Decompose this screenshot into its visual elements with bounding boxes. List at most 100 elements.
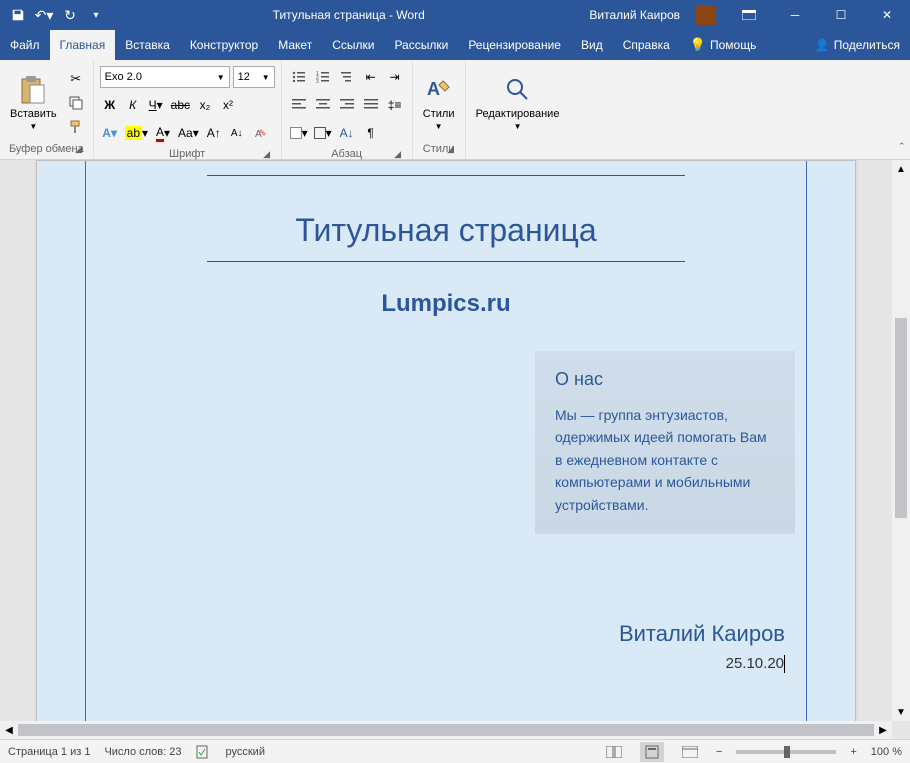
about-heading[interactable]: О нас — [555, 369, 775, 390]
about-box[interactable]: О нас Мы — группа энтузиастов, одержимых… — [535, 351, 795, 534]
tab-home[interactable]: Главная — [50, 30, 116, 60]
subscript-button[interactable]: x₂ — [195, 94, 215, 116]
numbering-button[interactable]: 123 — [312, 66, 334, 88]
redo-icon[interactable]: ↻ — [60, 5, 80, 25]
grow-font-button[interactable]: A↑ — [204, 122, 224, 144]
user-avatar[interactable] — [696, 5, 716, 25]
page-indicator[interactable]: Страница 1 из 1 — [8, 746, 90, 758]
increase-indent-button[interactable]: ⇥ — [384, 66, 406, 88]
tab-view[interactable]: Вид — [571, 30, 613, 60]
chevron-down-icon: ▼ — [29, 122, 37, 131]
tab-insert[interactable]: Вставка — [115, 30, 180, 60]
vscroll-thumb[interactable] — [895, 318, 907, 518]
strikethrough-button[interactable]: abc — [169, 94, 192, 116]
font-color-button[interactable]: A▾ — [153, 122, 173, 144]
font-name-combo[interactable]: Exo 2.0▼ — [100, 66, 230, 88]
word-count[interactable]: Число слов: 23 — [104, 746, 181, 758]
ribbon-display-icon[interactable] — [726, 0, 772, 30]
minimize-icon[interactable]: ─ — [772, 0, 818, 30]
spellcheck-icon[interactable] — [196, 745, 212, 759]
text-effects-button[interactable]: A▾ — [100, 122, 120, 144]
user-name[interactable]: Виталий Каиров — [583, 8, 686, 22]
align-center-button[interactable] — [312, 94, 334, 116]
editing-button[interactable]: Редактирование ▼ — [472, 72, 564, 133]
share-button[interactable]: 👤Поделиться — [805, 30, 910, 60]
superscript-button[interactable]: x² — [218, 94, 238, 116]
align-right-button[interactable] — [336, 94, 358, 116]
line-spacing-button[interactable]: ‡≡ — [384, 94, 406, 116]
clear-formatting-button[interactable]: A — [250, 122, 270, 144]
show-marks-button[interactable]: ¶ — [360, 122, 382, 144]
web-layout-icon[interactable] — [678, 742, 702, 762]
vertical-scrollbar[interactable]: ▲ ▼ — [892, 160, 910, 721]
undo-icon[interactable]: ↶▾ — [34, 5, 54, 25]
close-icon[interactable]: ✕ — [864, 0, 910, 30]
highlight-button[interactable]: ab▾ — [123, 122, 150, 144]
zoom-level[interactable]: 100 % — [871, 746, 902, 758]
author-name[interactable]: Виталий Каиров — [619, 621, 785, 647]
paste-icon — [17, 74, 49, 106]
about-body[interactable]: Мы — группа энтузиастов, одержимых идеей… — [555, 404, 775, 516]
copy-icon[interactable] — [65, 92, 87, 114]
tab-layout[interactable]: Макет — [268, 30, 322, 60]
font-group-label: Шрифт — [169, 148, 205, 160]
window-title: Титульная страница - Word — [114, 8, 583, 22]
tab-mailings[interactable]: Рассылки — [384, 30, 458, 60]
shrink-font-button[interactable]: A↓ — [227, 122, 247, 144]
font-name-value: Exo 2.0 — [105, 71, 142, 83]
bullets-button[interactable] — [288, 66, 310, 88]
styles-label: Стили — [423, 108, 455, 120]
zoom-slider[interactable] — [736, 750, 836, 754]
scroll-left-icon[interactable]: ◀ — [0, 721, 18, 739]
styles-button[interactable]: A Стили ▼ — [419, 72, 459, 133]
language-indicator[interactable]: русский — [226, 746, 265, 758]
page[interactable]: Титульная страница Lumpics.ru О нас Мы —… — [36, 160, 856, 721]
document-title[interactable]: Титульная страница — [207, 175, 685, 262]
decrease-indent-button[interactable]: ⇤ — [360, 66, 382, 88]
zoom-out-button[interactable]: − — [716, 746, 722, 758]
scroll-down-icon[interactable]: ▼ — [892, 703, 910, 721]
tell-me-button[interactable]: 💡Помощь — [680, 30, 767, 60]
quick-access-toolbar: ↶▾ ↻ ▾ — [0, 5, 114, 25]
multilevel-list-button[interactable] — [336, 66, 358, 88]
tab-review[interactable]: Рецензирование — [458, 30, 571, 60]
justify-button[interactable] — [360, 94, 382, 116]
document-viewport[interactable]: Титульная страница Lumpics.ru О нас Мы —… — [0, 160, 892, 721]
title-bar: ↶▾ ↻ ▾ Титульная страница - Word Виталий… — [0, 0, 910, 30]
borders-button[interactable]: ▾ — [312, 122, 334, 144]
sort-button[interactable]: A↓ — [336, 122, 358, 144]
horizontal-scrollbar[interactable]: ◀ ▶ — [0, 721, 892, 739]
vscroll-track[interactable] — [892, 178, 910, 703]
collapse-ribbon-icon[interactable]: ˆ — [900, 140, 904, 155]
styles-launcher-icon[interactable]: ◢ — [445, 144, 457, 156]
hscroll-track[interactable] — [18, 721, 874, 739]
paste-button[interactable]: Вставить ▼ — [6, 72, 61, 133]
zoom-thumb[interactable] — [784, 746, 790, 758]
maximize-icon[interactable]: ☐ — [818, 0, 864, 30]
save-icon[interactable] — [8, 5, 28, 25]
align-left-button[interactable] — [288, 94, 310, 116]
scroll-right-icon[interactable]: ▶ — [874, 721, 892, 739]
change-case-button[interactable]: Aa▾ — [176, 122, 201, 144]
font-size-combo[interactable]: 12▼ — [233, 66, 275, 88]
document-date[interactable]: 25.10.20 — [726, 655, 785, 673]
print-layout-icon[interactable] — [640, 742, 664, 762]
zoom-in-button[interactable]: + — [850, 746, 856, 758]
read-mode-icon[interactable] — [602, 742, 626, 762]
tab-file[interactable]: Файл — [0, 30, 50, 60]
document-subtitle[interactable]: Lumpics.ru — [77, 290, 815, 318]
tab-help[interactable]: Справка — [613, 30, 680, 60]
underline-button[interactable]: Ч▾ — [146, 94, 166, 116]
tab-design[interactable]: Конструктор — [180, 30, 268, 60]
chevron-down-icon: ▼ — [514, 122, 522, 131]
scroll-up-icon[interactable]: ▲ — [892, 160, 910, 178]
cut-icon[interactable]: ✂ — [65, 68, 87, 90]
hscroll-thumb[interactable] — [18, 724, 874, 736]
format-painter-icon[interactable] — [65, 116, 87, 138]
bold-button[interactable]: Ж — [100, 94, 120, 116]
qat-customize-icon[interactable]: ▾ — [86, 5, 106, 25]
tab-references[interactable]: Ссылки — [322, 30, 384, 60]
clipboard-launcher-icon[interactable]: ◢ — [73, 144, 85, 156]
italic-button[interactable]: К — [123, 94, 143, 116]
shading-button[interactable]: ▾ — [288, 122, 310, 144]
